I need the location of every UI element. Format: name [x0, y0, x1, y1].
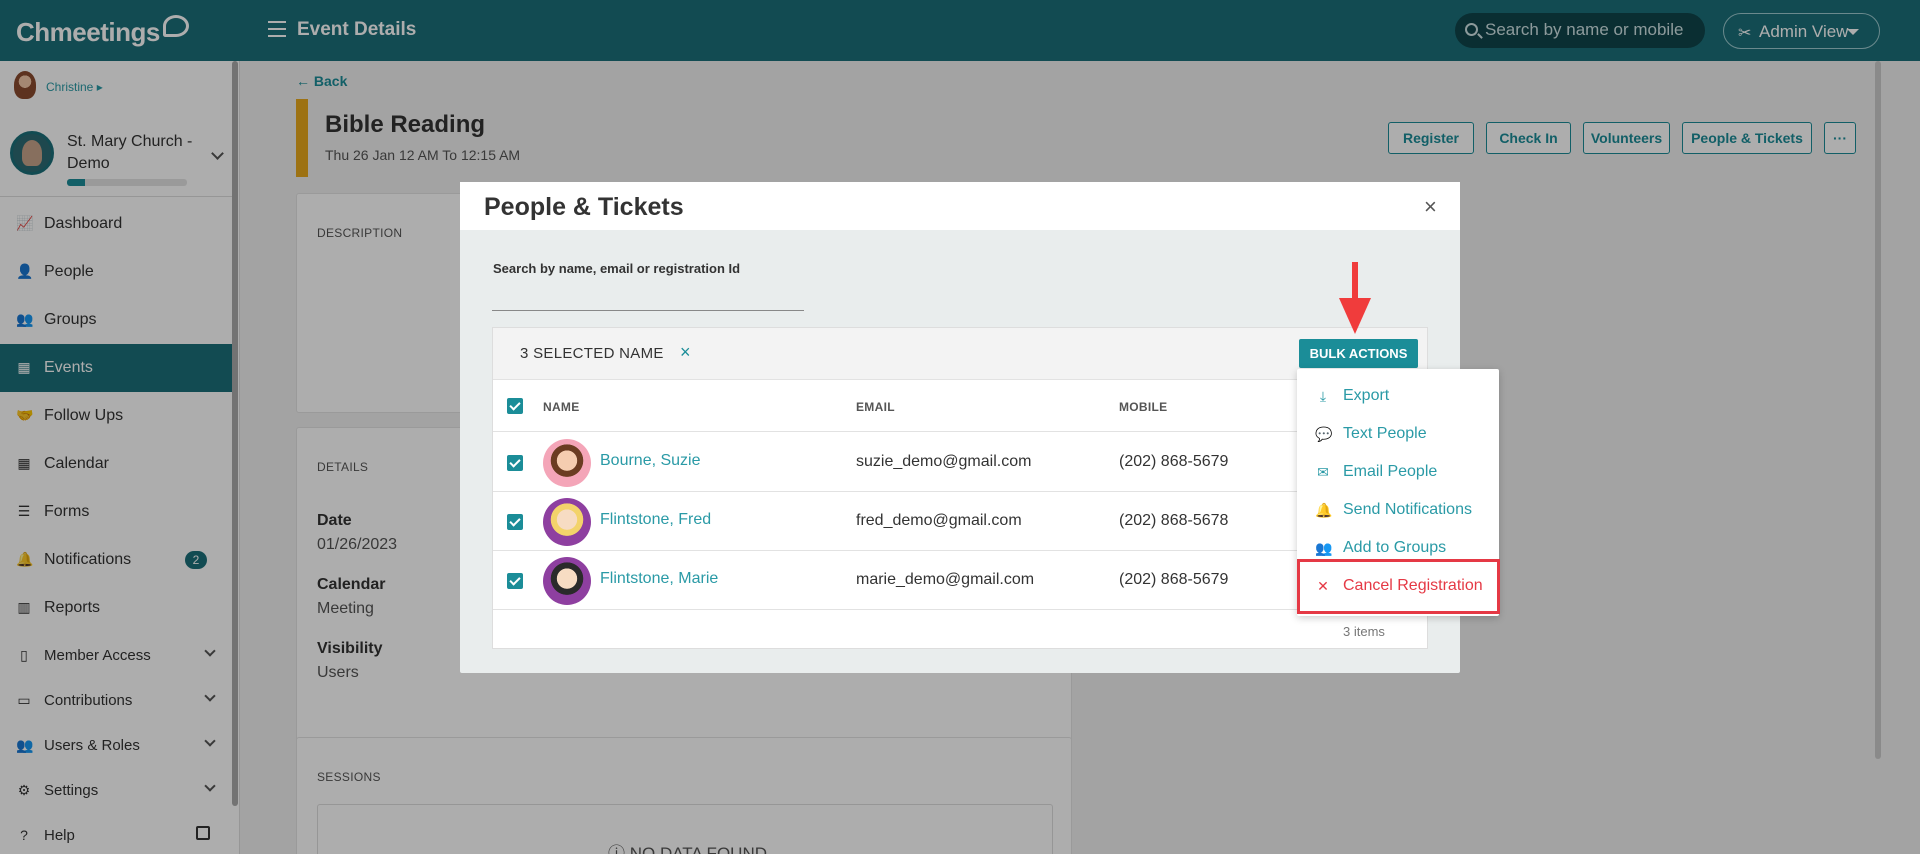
- modal-header: People & Tickets ×: [460, 182, 1460, 230]
- menu-item-label: Text People: [1343, 425, 1427, 442]
- person-email: suzie_demo@gmail.com: [856, 453, 1032, 470]
- menu-item-text-people[interactable]: 💬 Text People: [1297, 414, 1499, 452]
- column-email[interactable]: EMAIL: [856, 400, 895, 414]
- row-checkbox[interactable]: [507, 455, 523, 471]
- menu-item-label: Export: [1343, 387, 1390, 404]
- annotation-arrow-head: [1339, 298, 1371, 334]
- search-input[interactable]: [492, 310, 804, 311]
- menu-item-send-notifications[interactable]: 🔔 Send Notifications: [1297, 490, 1499, 528]
- users-icon: 👥: [1315, 540, 1333, 556]
- clear-selection-icon[interactable]: ×: [680, 342, 691, 363]
- person-mobile: (202) 868-5679: [1119, 571, 1229, 588]
- row-checkbox[interactable]: [507, 514, 523, 530]
- table-row[interactable]: Bourne, Suzie suzie_demo@gmail.com (202)…: [493, 433, 1427, 492]
- items-count: 3 items: [1343, 624, 1385, 639]
- message-icon: 💬: [1315, 426, 1333, 442]
- highlight-box: [1297, 559, 1500, 614]
- column-mobile[interactable]: MOBILE: [1119, 400, 1167, 414]
- person-email: marie_demo@gmail.com: [856, 571, 1035, 588]
- avatar: [543, 439, 591, 487]
- menu-item-export[interactable]: ⤓ Export: [1297, 376, 1499, 414]
- select-all-checkbox[interactable]: [507, 398, 523, 414]
- selected-count: 3 SELECTED NAME: [520, 345, 664, 362]
- envelope-icon: ✉: [1317, 464, 1329, 480]
- person-name-link[interactable]: Flintstone, Marie: [600, 570, 718, 588]
- avatar: [543, 557, 591, 605]
- person-mobile: (202) 868-5679: [1119, 453, 1229, 470]
- menu-item-label: Send Notifications: [1343, 501, 1472, 518]
- table-row[interactable]: Flintstone, Marie marie_demo@gmail.com (…: [493, 551, 1427, 610]
- people-table: 3 SELECTED NAME × BULK ACTIONS NAME EMAI…: [492, 327, 1428, 649]
- search-label: Search by name, email or registration Id: [493, 261, 741, 276]
- bell-icon: 🔔: [1315, 502, 1333, 518]
- modal-title: People & Tickets: [484, 193, 684, 221]
- person-name-link[interactable]: Bourne, Suzie: [600, 452, 701, 470]
- menu-item-label: Email People: [1343, 463, 1438, 480]
- download-icon: ⤓: [1319, 388, 1327, 404]
- column-name[interactable]: NAME: [543, 400, 580, 414]
- row-checkbox[interactable]: [507, 573, 523, 589]
- avatar: [543, 498, 591, 546]
- menu-item-label: Add to Groups: [1343, 539, 1447, 556]
- menu-item-email-people[interactable]: ✉ Email People: [1297, 452, 1499, 490]
- table-row[interactable]: Flintstone, Fred fred_demo@gmail.com (20…: [493, 492, 1427, 551]
- bulk-actions-button[interactable]: BULK ACTIONS: [1299, 339, 1418, 368]
- person-email: fred_demo@gmail.com: [856, 512, 1022, 529]
- table-header: NAME EMAIL MOBILE: [493, 380, 1427, 432]
- person-mobile: (202) 868-5678: [1119, 512, 1229, 529]
- person-name-link[interactable]: Flintstone, Fred: [600, 511, 711, 529]
- selection-bar: 3 SELECTED NAME × BULK ACTIONS: [493, 328, 1427, 380]
- close-icon[interactable]: ×: [1424, 194, 1437, 220]
